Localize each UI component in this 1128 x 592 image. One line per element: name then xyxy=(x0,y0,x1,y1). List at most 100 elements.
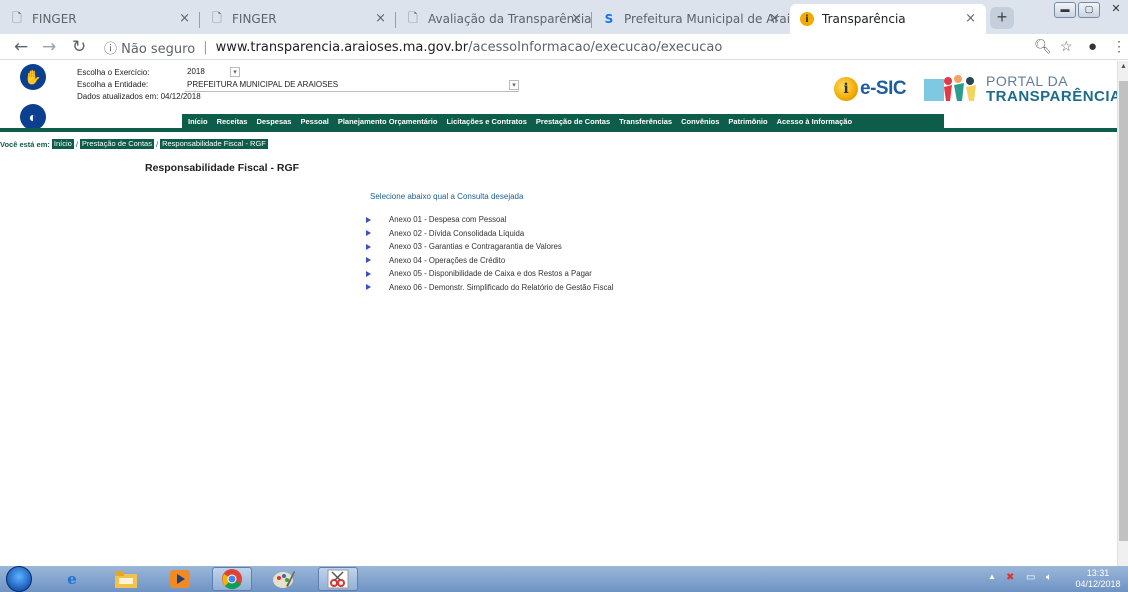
network-warning-icon[interactable]: ✖ xyxy=(1006,572,1014,583)
sign-language-icon[interactable]: ✋ xyxy=(20,64,46,90)
document-icon: 🗋 xyxy=(408,10,418,25)
annex-link[interactable]: Anexo 01 - Despesa com Pessoal xyxy=(389,215,506,224)
breadcrumb-item[interactable]: Prestação de Contas xyxy=(79,139,154,149)
entidade-value: PREFEITURA MUNICIPAL DE ARAIOSES xyxy=(187,80,339,89)
browser-tab-active[interactable]: i Transparência × xyxy=(790,4,986,34)
menu-icon[interactable]: ⋮ xyxy=(1112,38,1126,55)
annex-link[interactable]: Anexo 03 - Garantias e Contragarantia de… xyxy=(389,242,562,251)
tray-expand-icon[interactable]: ▲ xyxy=(988,572,996,581)
security-indicator[interactable]: ⓘ Não seguro xyxy=(104,38,195,57)
new-tab-button[interactable]: + xyxy=(990,7,1014,29)
clock-date: 04/12/2018 xyxy=(1075,579,1121,589)
list-item[interactable]: Anexo 01 - Despesa com Pessoal xyxy=(366,213,613,227)
triangle-bullet-icon xyxy=(366,216,371,223)
s-logo-icon: S xyxy=(604,12,614,26)
breadcrumb-item[interactable]: Início xyxy=(51,139,74,149)
reload-icon[interactable]: ↻ xyxy=(72,37,86,57)
document-icon: 🗋 xyxy=(212,10,222,25)
forward-icon[interactable]: → xyxy=(42,37,56,57)
breadcrumb-lead: Você está em: xyxy=(0,139,50,149)
entidade-select[interactable]: PREFEITURA MUNICIPAL DE ARAIOSES ▾ xyxy=(185,80,519,92)
nav-item-acesso[interactable]: Acesso à Informação xyxy=(777,117,852,126)
nav-item-transferencias[interactable]: Transferências xyxy=(619,117,672,126)
browser-tab[interactable]: 🗋 FINGER × xyxy=(200,4,396,34)
nav-item-prestacao[interactable]: Prestação de Contas xyxy=(536,117,610,126)
annex-link[interactable]: Anexo 04 - Operações de Crédito xyxy=(389,256,505,265)
nav-item-planejamento[interactable]: Planejamento Orçamentário xyxy=(338,117,438,126)
exercicio-select[interactable]: 2018 ▾ xyxy=(185,67,242,79)
nav-menu: Início Receitas Despesas Pessoal Planeja… xyxy=(182,114,944,128)
nav-item-patrimonio[interactable]: Patrimônio xyxy=(728,117,767,126)
portal-logo-line2: TRANSPARÊNCIA xyxy=(986,88,1122,105)
bookmark-star-icon[interactable]: ☆ xyxy=(1060,38,1073,55)
snipping-tool-icon[interactable] xyxy=(318,567,358,591)
media-player-icon[interactable] xyxy=(160,567,200,591)
page-scrollbar[interactable]: ▲ xyxy=(1117,61,1128,566)
page-content: ✋ ◐ Escolha o Exercício: 2018 ▾ Escolha … xyxy=(0,61,1121,566)
scroll-up-icon[interactable]: ▲ xyxy=(1120,63,1127,70)
maximize-button[interactable]: ▢ xyxy=(1078,2,1100,18)
zoom-icon[interactable]: 🔍︎ xyxy=(1034,38,1052,55)
close-icon[interactable]: × xyxy=(571,11,582,26)
annex-link[interactable]: Anexo 02 - Dívida Consolidada Líquida xyxy=(389,229,524,238)
windows-taskbar: e ▲ ✖ ▭ 🔈︎ 13:31 04/12/2018 xyxy=(0,566,1128,592)
browser-tabstrip: 🗋 FINGER × 🗋 FINGER × 🗋 Avaliação da Tra… xyxy=(0,0,1128,34)
profile-icon[interactable]: ● xyxy=(1088,38,1097,55)
scrollbar-thumb[interactable] xyxy=(1119,81,1128,541)
url-host: www.transparencia.araioses.ma.gov.br xyxy=(215,39,469,55)
esic-logo-text: e-SIC xyxy=(860,78,907,99)
list-item[interactable]: Anexo 02 - Dívida Consolidada Líquida xyxy=(366,227,613,241)
list-item[interactable]: Anexo 04 - Operações de Crédito xyxy=(366,254,613,268)
url-input[interactable]: ⓘ Não seguro | www.transparencia.araiose… xyxy=(104,37,1104,57)
close-icon[interactable]: × xyxy=(375,11,386,26)
main-navigation: Início Receitas Despesas Pessoal Planeja… xyxy=(0,114,1117,132)
portal-logo-line1: PORTAL DA xyxy=(986,73,1069,89)
breadcrumb-separator: / xyxy=(75,139,78,149)
nav-item-despesas[interactable]: Despesas xyxy=(256,117,291,126)
system-clock[interactable]: 13:31 04/12/2018 xyxy=(1070,568,1126,590)
portal-transparencia-logo[interactable]: PORTAL DA TRANSPARÊNCIA xyxy=(924,73,1121,107)
chrome-icon[interactable] xyxy=(212,567,252,591)
nav-item-licitacoes[interactable]: Licitações e Contratos xyxy=(446,117,526,126)
folder-icon xyxy=(115,571,137,588)
nav-divider xyxy=(0,128,1117,132)
list-item[interactable]: Anexo 05 - Disponibilidade de Caixa e do… xyxy=(366,267,613,281)
close-window-button[interactable]: ✕ xyxy=(1106,2,1126,20)
tab-label: Prefeitura Municipal de Araiose xyxy=(624,12,790,26)
start-button[interactable] xyxy=(6,566,32,592)
people-figures-icon xyxy=(924,75,976,101)
scissors-icon xyxy=(327,569,349,589)
internet-explorer-icon[interactable]: e xyxy=(52,567,92,591)
annex-link[interactable]: Anexo 06 - Demonstr. Simplificado do Rel… xyxy=(389,283,613,292)
close-icon[interactable]: × xyxy=(769,11,780,26)
esic-logo[interactable]: i e-SIC xyxy=(834,75,914,103)
list-item[interactable]: Anexo 03 - Garantias e Contragarantia de… xyxy=(366,240,613,254)
info-icon: i xyxy=(834,77,858,101)
breadcrumb: Você está em: Início / Prestação de Cont… xyxy=(0,138,268,150)
tab-label: FINGER xyxy=(232,12,277,26)
close-icon[interactable]: × xyxy=(179,11,190,26)
breadcrumb-item-current[interactable]: Responsabilidade Fiscal - RGF xyxy=(160,139,268,149)
list-item[interactable]: Anexo 06 - Demonstr. Simplificado do Rel… xyxy=(366,281,613,295)
nav-item-convenios[interactable]: Convênios xyxy=(681,117,719,126)
back-icon[interactable]: ← xyxy=(14,37,28,57)
document-icon: 🗋 xyxy=(12,10,22,25)
browser-tab[interactable]: S Prefeitura Municipal de Araiose × xyxy=(592,4,790,34)
nav-item-receitas[interactable]: Receitas xyxy=(217,117,248,126)
address-bar-row: ← → ↻ ⓘ Não seguro | www.transparencia.a… xyxy=(0,34,1128,60)
paint-icon[interactable] xyxy=(264,567,304,591)
browser-tab[interactable]: 🗋 FINGER × xyxy=(0,4,200,34)
display-icon[interactable]: ▭ xyxy=(1026,572,1035,583)
minimize-button[interactable]: ▬ xyxy=(1054,2,1076,18)
annex-link[interactable]: Anexo 05 - Disponibilidade de Caixa e do… xyxy=(389,269,592,278)
tab-label: Avaliação da Transparência dos xyxy=(428,12,592,26)
entidade-label: Escolha a Entidade: xyxy=(77,80,149,89)
exercicio-label: Escolha o Exercício: xyxy=(77,68,150,77)
nav-item-inicio[interactable]: Início xyxy=(188,117,208,126)
browser-tab[interactable]: 🗋 Avaliação da Transparência dos × xyxy=(396,4,592,34)
nav-item-pessoal[interactable]: Pessoal xyxy=(300,117,328,126)
volume-icon[interactable]: 🔈︎ xyxy=(1046,572,1052,583)
clock-time: 13:31 xyxy=(1086,568,1110,578)
close-icon[interactable]: × xyxy=(965,11,976,26)
file-explorer-icon[interactable] xyxy=(106,567,146,591)
